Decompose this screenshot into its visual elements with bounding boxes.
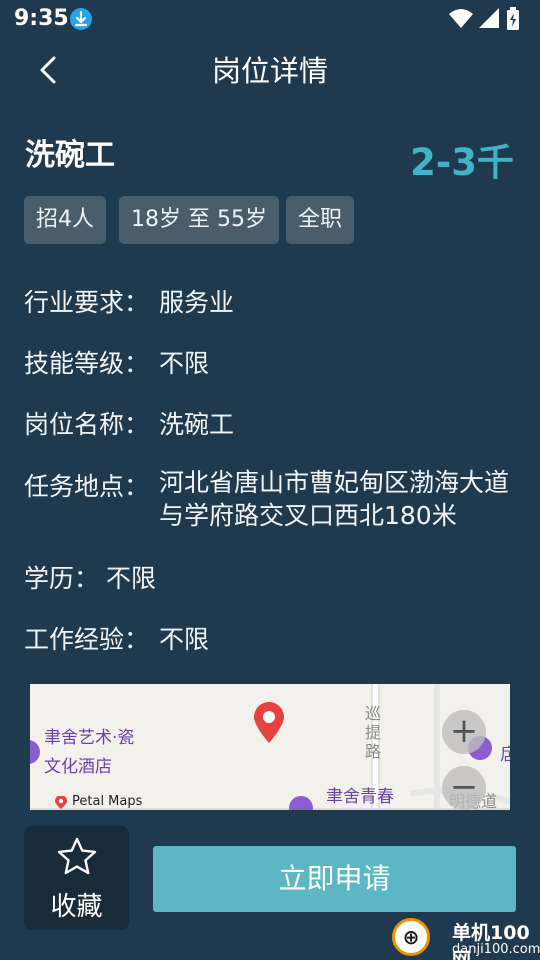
map-brand: Petal Maps xyxy=(72,794,143,809)
salary: 2-3千 xyxy=(410,141,514,184)
star-icon xyxy=(57,837,97,875)
signal-icon xyxy=(479,8,499,28)
detail-label: 任务地点： xyxy=(24,472,150,501)
detail-value: 河北省唐山市曹妃甸区渤海大道与学府路交叉口西北180米 xyxy=(159,468,510,530)
detail-value: 不限 xyxy=(159,349,210,378)
minus-icon: − xyxy=(449,767,479,807)
detail-value: 不限 xyxy=(159,625,210,654)
job-title: 洗碗工 xyxy=(25,138,115,173)
detail-value: 洗碗工 xyxy=(159,410,235,439)
status-bar: 9:35 xyxy=(0,0,540,38)
map-poi-hotel: 聿舍艺术·瓷文化酒店 xyxy=(44,728,135,777)
zoom-out-button[interactable]: − xyxy=(442,766,486,810)
page-title: 岗位详情 xyxy=(211,54,328,88)
detail-label: 岗位名称： xyxy=(24,410,150,439)
map-road-label: 巡提路 xyxy=(365,704,382,761)
detail-label: 行业要求： xyxy=(24,288,150,317)
detail-label: 工作经验： xyxy=(24,625,150,654)
watermark-url: danji100.com xyxy=(452,942,540,957)
map-edge-label: 扂 xyxy=(500,745,510,765)
detail-location: 任务地点： 河北省唐山市曹妃甸区渤海大道与学府路交叉口西北180米 xyxy=(24,467,524,537)
tag-age-range: 18岁 至 55岁 xyxy=(119,196,279,244)
location-pin-icon xyxy=(254,702,284,743)
status-icons xyxy=(448,7,528,31)
petal-maps-logo-icon xyxy=(55,796,67,809)
tag-headcount: 招4人 xyxy=(24,196,106,244)
favorite-label: 收藏 xyxy=(50,892,103,922)
download-icon xyxy=(70,8,92,30)
wifi-icon xyxy=(449,9,473,28)
detail-label: 学历： xyxy=(24,564,100,593)
map-poi-youth: 聿舍青春 xyxy=(326,787,394,807)
battery-icon xyxy=(507,7,519,30)
watermark: ⊕ 单机100网 danji100.com xyxy=(392,918,540,960)
apply-button[interactable]: 立即申请 xyxy=(153,846,516,912)
watermark-logo-icon: ⊕ xyxy=(392,918,430,956)
detail-value: 服务业 xyxy=(159,288,235,317)
status-time: 9:35 xyxy=(14,6,69,31)
detail-label: 技能等级： xyxy=(24,349,150,378)
job-detail-screen: 9:35 岗位详情 洗碗工 2-3千 招4人 18岁 至 55岁 全职 行业要求… xyxy=(0,0,540,960)
apply-label: 立即申请 xyxy=(278,862,391,895)
favorite-button[interactable]: 收藏 xyxy=(24,826,129,930)
location-map[interactable]: 聿舍艺术·瓷文化酒店 聿舍青春 巡提路 明德道 扂 + − Petal Maps xyxy=(30,684,510,810)
detail-value: 不限 xyxy=(106,564,157,593)
tag-job-type: 全职 xyxy=(286,196,355,244)
zoom-in-button[interactable]: + xyxy=(442,710,486,754)
plus-icon: + xyxy=(449,711,479,751)
